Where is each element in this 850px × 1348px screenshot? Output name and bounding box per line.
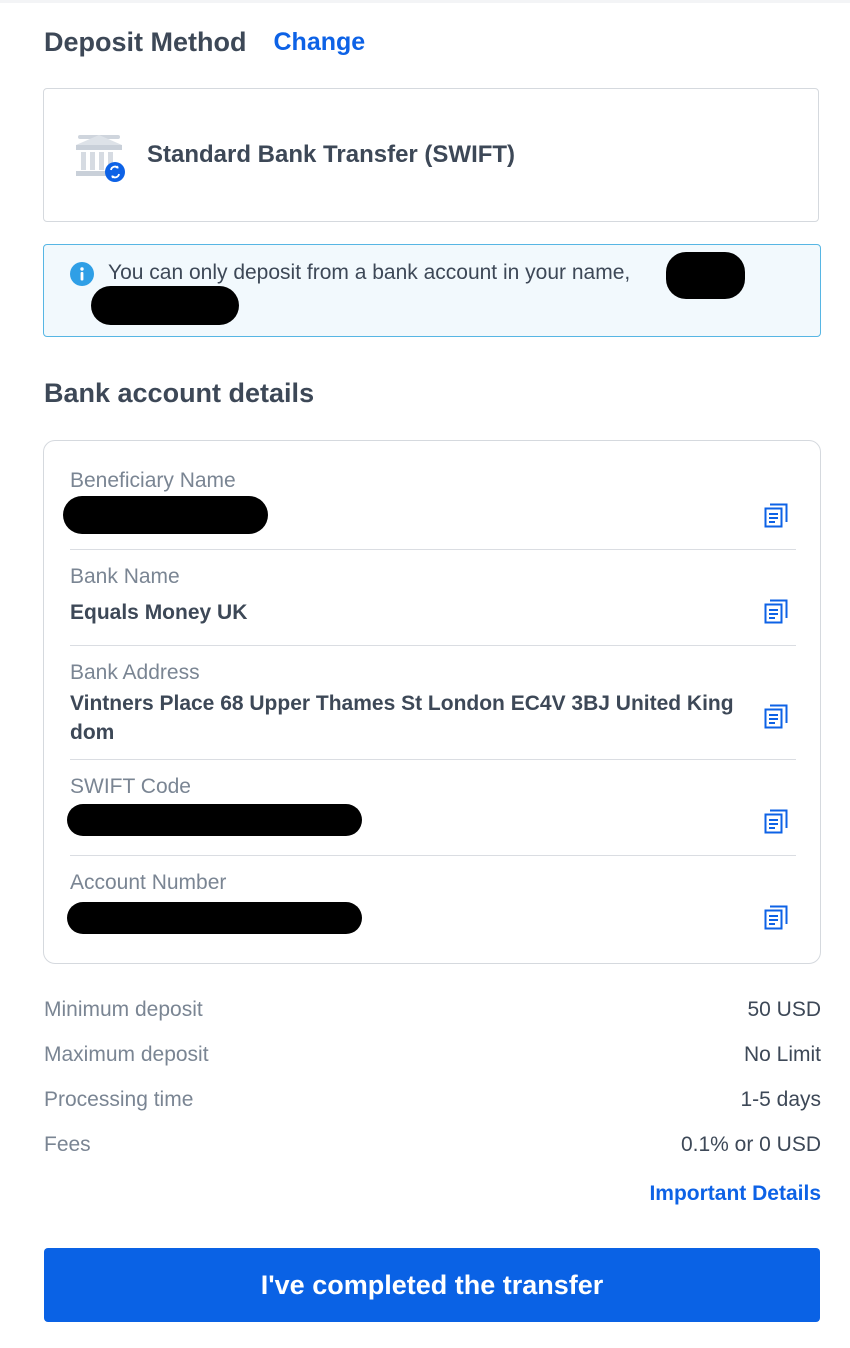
account-number-label: Account Number xyxy=(70,871,227,894)
beneficiary-name-label: Beneficiary Name xyxy=(70,469,236,492)
info-icon xyxy=(70,262,94,286)
important-details-link[interactable]: Important Details xyxy=(649,1182,821,1206)
bank-name-label: Bank Name xyxy=(70,565,180,588)
fees-value: 0.1% or 0 USD xyxy=(680,1133,821,1156)
processing-time-label: Processing time xyxy=(44,1088,194,1111)
deposit-method-title: Deposit Method xyxy=(44,26,247,57)
fees-label: Fees xyxy=(44,1133,91,1156)
copy-swift-icon[interactable] xyxy=(764,809,788,835)
top-divider xyxy=(0,0,850,3)
bank-address-label: Bank Address xyxy=(70,661,200,684)
bank-name-value: Equals Money UK xyxy=(70,601,248,624)
deposit-method-header: Deposit Method Change xyxy=(44,24,365,60)
deposit-method-name: Standard Bank Transfer (SWIFT) xyxy=(147,141,516,168)
redacted-swift-code xyxy=(67,804,362,836)
copy-bank-name-icon[interactable] xyxy=(764,599,788,625)
max-deposit-value: No Limit xyxy=(743,1043,821,1066)
row-divider xyxy=(70,855,796,856)
redacted-name-part-1 xyxy=(666,252,745,299)
completed-transfer-button[interactable]: I've completed the transfer xyxy=(44,1248,820,1322)
row-divider xyxy=(70,645,796,646)
detail-row-account-number: Account Number xyxy=(67,871,796,941)
bank-transfer-icon xyxy=(76,135,125,182)
detail-row-bank-name: Bank Name Equals Money UK xyxy=(70,565,796,635)
copy-account-number-icon[interactable] xyxy=(764,905,788,931)
min-deposit-label: Minimum deposit xyxy=(44,998,203,1021)
min-deposit-value: 50 USD xyxy=(747,998,821,1021)
name-restriction-notice: You can only deposit from a bank account… xyxy=(43,244,821,337)
redacted-name-part-2 xyxy=(91,286,239,325)
swift-code-label: SWIFT Code xyxy=(70,775,191,798)
max-deposit-label: Maximum deposit xyxy=(44,1043,209,1066)
row-divider xyxy=(70,759,796,760)
processing-time-value: 1-5 days xyxy=(740,1088,821,1111)
copy-beneficiary-icon[interactable] xyxy=(764,503,788,529)
copy-bank-address-icon[interactable] xyxy=(764,704,788,730)
min-deposit-row: Minimum deposit 50 USD xyxy=(44,998,821,1028)
fees-row: Fees 0.1% or 0 USD xyxy=(44,1133,821,1163)
detail-row-swift: SWIFT Code xyxy=(67,775,796,845)
detail-row-bank-address: Bank Address Vintners Place 68 Upper Tha… xyxy=(70,661,796,751)
change-method-link[interactable]: Change xyxy=(274,28,366,57)
row-divider xyxy=(70,549,796,550)
notice-text: You can only deposit from a bank account… xyxy=(108,261,631,284)
bank-address-value: Vintners Place 68 Upper Thames St London… xyxy=(70,692,734,744)
max-deposit-row: Maximum deposit No Limit xyxy=(44,1043,821,1073)
redacted-beneficiary-name xyxy=(63,496,268,534)
bank-details-title: Bank account details xyxy=(44,378,315,408)
deposit-method-card[interactable]: Standard Bank Transfer (SWIFT) xyxy=(43,88,819,222)
bank-details-card: Beneficiary Name Bank Name Equals Money … xyxy=(43,440,821,964)
redacted-account-number xyxy=(67,902,362,934)
processing-time-row: Processing time 1-5 days xyxy=(44,1088,821,1118)
detail-row-beneficiary: Beneficiary Name xyxy=(63,469,796,539)
